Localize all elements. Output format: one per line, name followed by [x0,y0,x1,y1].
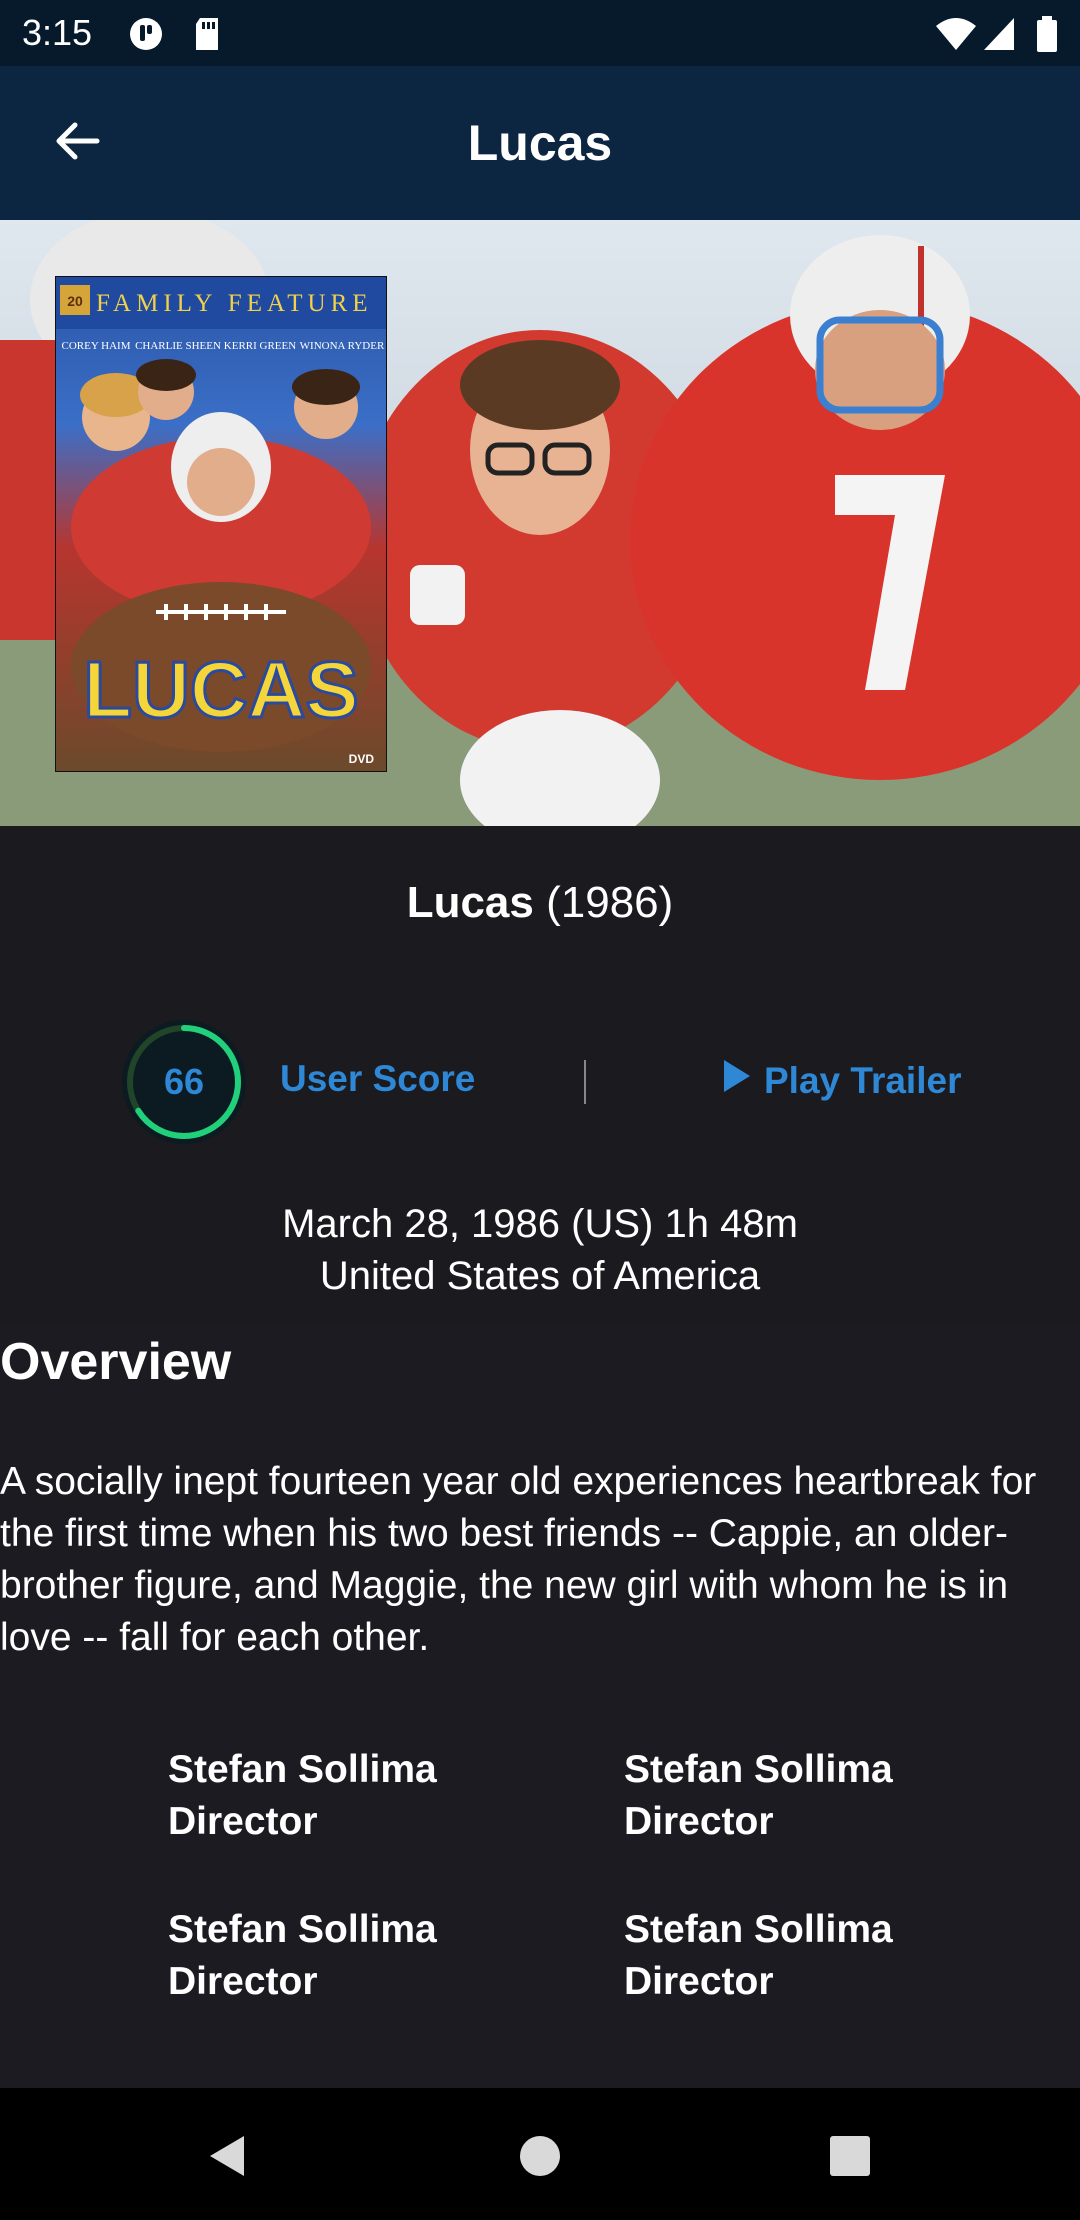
crew-item: Stefan Sollima Director [624,1904,1024,2008]
crew-item: Stefan Sollima Director [168,1904,568,2008]
system-nav-bar [0,2088,1080,2220]
overview-text: A socially inept fourteen year old exper… [0,1460,1037,1659]
arrow-left-icon [53,121,101,166]
user-score-label[interactable]: User Score [280,1058,475,1100]
crew-item: Stefan Sollima Director [624,1744,1024,1848]
status-bar: 3:15 [0,0,1080,66]
overview-heading: Overview [0,1333,232,1391]
release-line-1: March 28, 1986 (US) 1h 48m [282,1202,798,1246]
release-info: March 28, 1986 (US) 1h 48m United States… [0,1198,1080,1302]
sd-card-icon [192,16,222,57]
signal-icon [982,16,1016,57]
play-icon [722,1058,752,1103]
wifi-icon [934,16,978,57]
nav-home-button[interactable] [510,2128,570,2188]
back-button[interactable] [40,111,114,175]
movie-title: Lucas (1986) [0,878,1080,928]
studio-logo-text: 20 [67,293,83,309]
poster-cast-3: KERRI GREEN [224,340,296,352]
poster-cast-2: CHARLIE SHEEN [135,340,221,352]
movie-title-name: Lucas [406,878,534,927]
nav-back-icon [204,2132,248,2185]
poster-banner-text: FAMILY FEATURE [96,290,373,317]
crew-name: Stefan Sollima [168,1748,437,1791]
poster-format-text: DVD [349,752,375,766]
nav-recents-icon [829,2135,871,2182]
crew-job: Director [624,1800,774,1843]
crew-job: Director [624,1960,774,2003]
circle-badge-icon [126,16,166,57]
app-bar: Lucas [0,66,1080,220]
crew-name: Stefan Sollima [624,1748,893,1791]
divider [584,1060,586,1104]
release-line-2: United States of America [319,1254,761,1298]
user-score-value: 66 [163,1061,205,1102]
crew-job: Director [168,1800,318,1843]
nav-back-button[interactable] [196,2128,256,2188]
crew-name: Stefan Sollima [168,1908,437,1951]
nav-home-icon [518,2134,562,2183]
poster-cast-4: WINONA RYDER [300,340,385,352]
poster-cast-1: COREY HAIM [62,340,131,352]
movie-year: (1986) [546,878,674,927]
play-trailer-label: Play Trailer [764,1059,962,1101]
status-time: 3:15 [22,12,93,53]
play-trailer-button[interactable]: Play Trailer [722,1058,961,1103]
poster-logo-text: LUCAS [83,645,359,734]
crew-job: Director [168,1960,318,2003]
nav-recents-button[interactable] [820,2128,880,2188]
crew-item: Stefan Sollima Director [168,1744,568,1848]
movie-poster: FAMILY FEATURE 20 COREY HAIM CHARLIE SHE… [55,276,387,772]
battery-icon [1036,16,1058,57]
crew-name: Stefan Sollima [624,1908,893,1951]
page-title: Lucas [467,115,613,171]
